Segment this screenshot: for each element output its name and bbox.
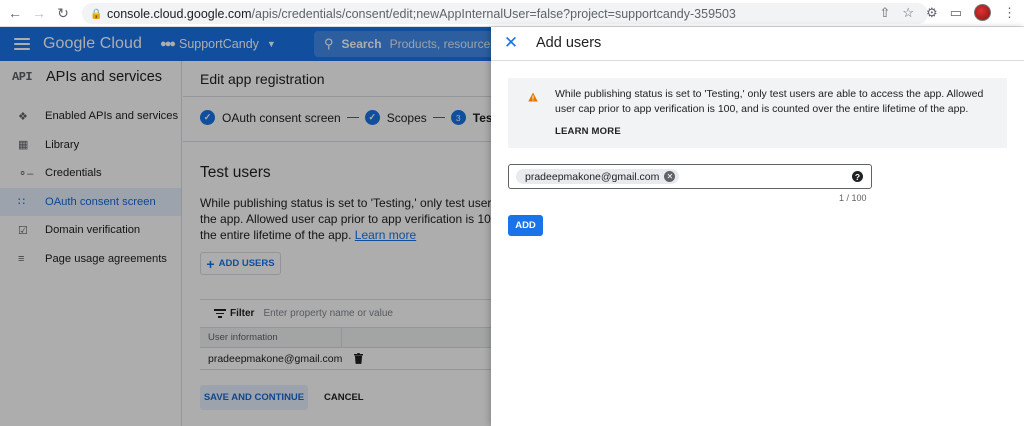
url-host: console.cloud.google.com [107,6,252,21]
star-icon[interactable]: ☆ [902,5,914,21]
extensions-icon[interactable]: ⚙ [926,5,938,21]
learn-more-button[interactable]: LEARN MORE [555,126,621,137]
email-chip[interactable]: pradeepmakone@gmail.com ✕ [516,169,680,184]
browser-toolbar: ← → ↻ 🔒 console.cloud.google.com/apis/cr… [0,0,1024,27]
back-icon[interactable]: ← [6,4,24,22]
help-icon[interactable]: ? [852,171,863,182]
add-button[interactable]: ADD [508,215,543,236]
warning-banner: While publishing status is set to 'Testi… [508,78,1007,148]
share-icon[interactable]: ⇧ [879,5,890,21]
panel-title: Add users [536,35,602,51]
url-path: /apis/credentials/consent/edit;newAppInt… [251,6,736,21]
more-icon[interactable]: ⋮ [1003,5,1016,21]
lock-icon: 🔒 [90,8,103,20]
email-field[interactable]: pradeepmakone@gmail.com ✕ ? [508,164,872,189]
remove-chip-icon[interactable]: ✕ [664,171,676,182]
warning-icon [528,92,538,102]
modal-scrim[interactable] [0,27,491,426]
avatar[interactable] [974,4,991,21]
close-icon[interactable]: ✕ [503,33,519,52]
chip-label: pradeepmakone@gmail.com [525,170,660,183]
divider [491,60,1024,61]
sidepanel-icon[interactable]: ▭ [950,5,962,21]
reload-icon[interactable]: ↻ [54,4,72,22]
warning-text: While publishing status is set to 'Testi… [555,88,984,115]
add-users-panel: ✕ Add users While publishing status is s… [491,27,1024,426]
address-bar[interactable]: 🔒 console.cloud.google.com/apis/credenti… [82,3,928,24]
character-counter: 1 / 100 [839,193,867,203]
forward-icon[interactable]: → [30,4,48,22]
